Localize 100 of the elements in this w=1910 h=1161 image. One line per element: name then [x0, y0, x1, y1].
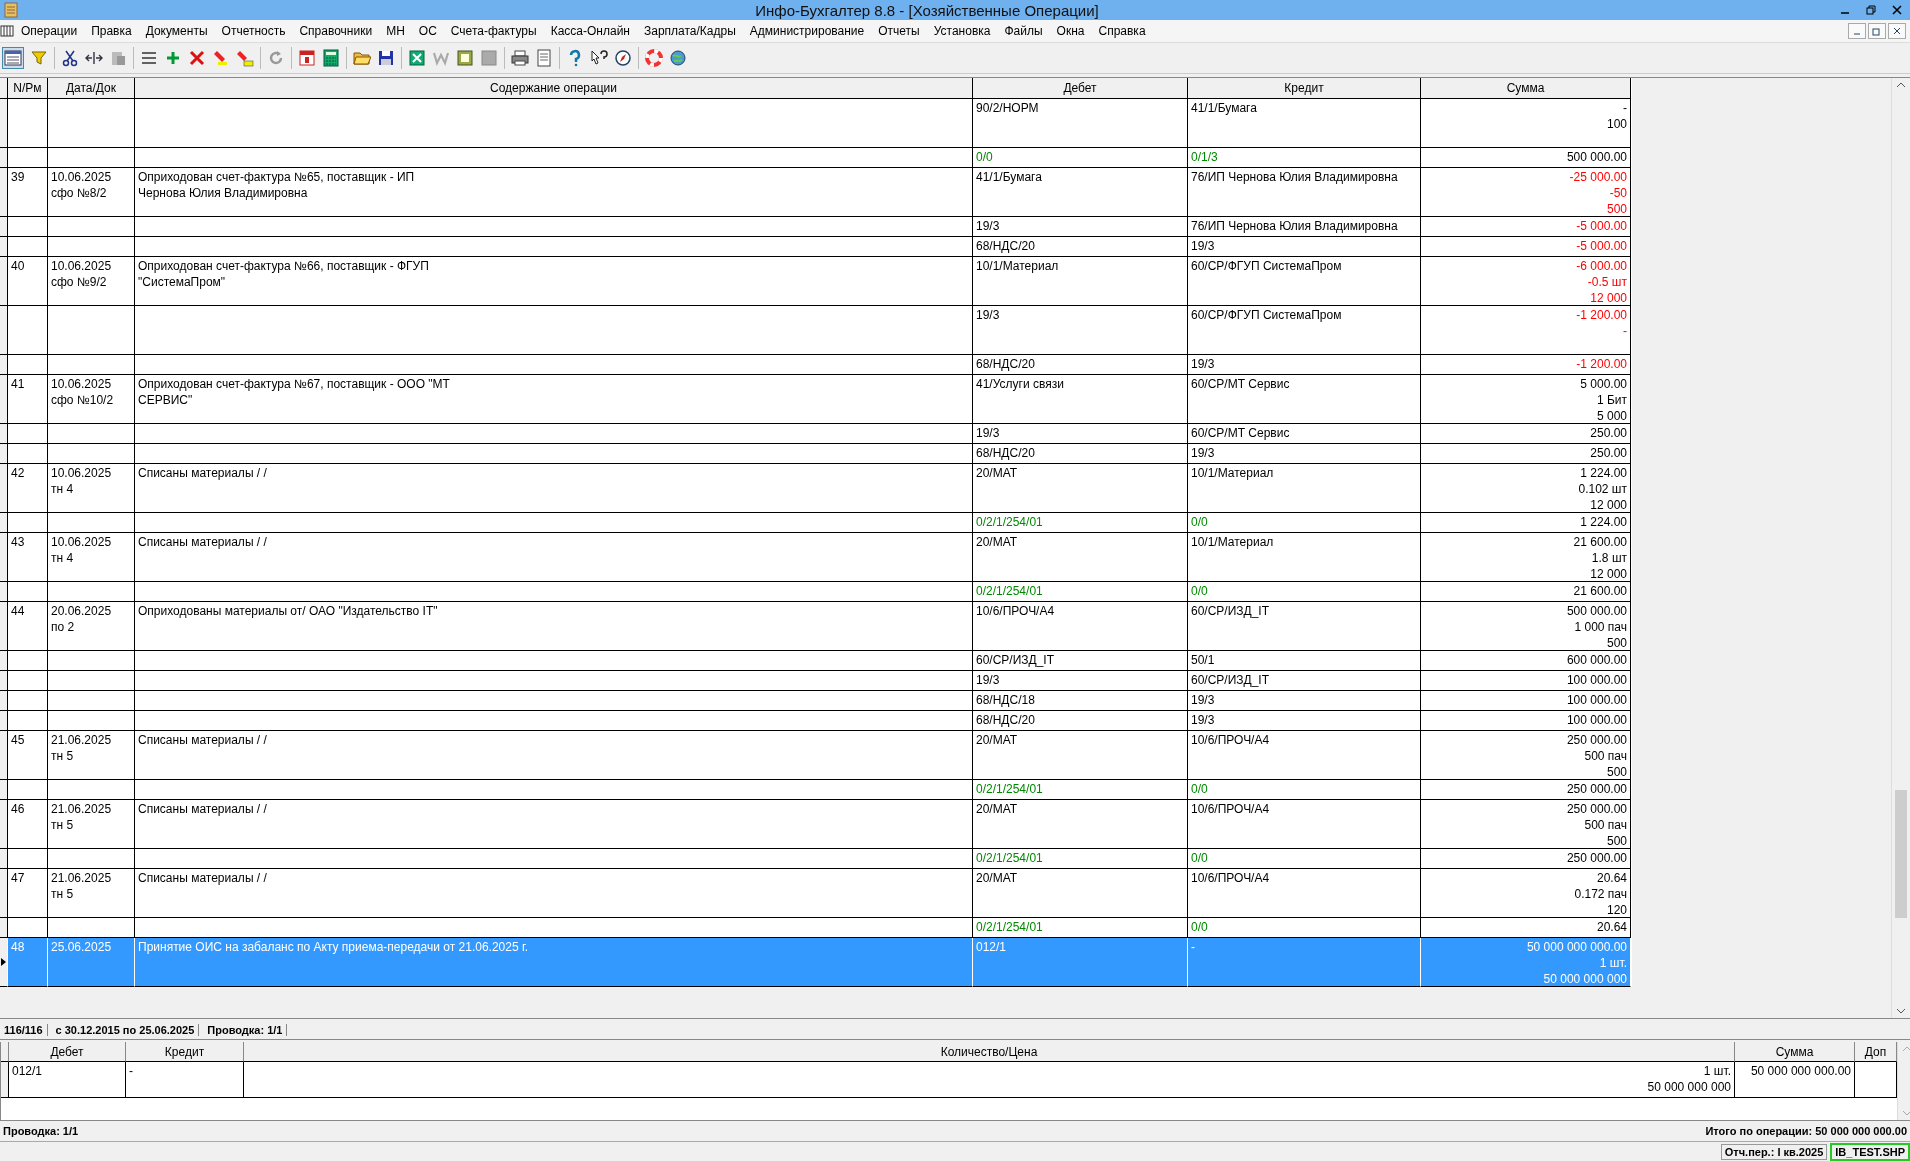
table-cell: 48 [8, 938, 48, 987]
calculator-icon[interactable] [322, 49, 340, 67]
column-header[interactable]: Дата/Док [48, 78, 135, 99]
close-icon[interactable] [1892, 26, 1902, 36]
row-marker[interactable] [0, 464, 8, 513]
column-header[interactable]: Кредит [126, 1042, 244, 1062]
row-marker[interactable] [0, 237, 8, 257]
row-marker[interactable] [0, 424, 8, 444]
column-header[interactable]: Содержание операции [135, 78, 973, 99]
row-marker[interactable] [0, 602, 8, 651]
table-cell: 43 [8, 533, 48, 582]
row-marker[interactable] [0, 217, 8, 237]
menu-item[interactable]: Правка [84, 24, 139, 38]
row-marker[interactable] [0, 780, 8, 800]
column-header[interactable]: Количество/Цена [244, 1042, 1735, 1062]
printer-icon[interactable] [511, 49, 529, 67]
row-marker[interactable] [0, 918, 8, 938]
folder-icon[interactable] [353, 49, 371, 67]
column-header[interactable]: Сумма [1421, 78, 1631, 99]
row-marker[interactable] [0, 306, 8, 355]
table-cell: 76/ИП Чернова Юлия Владимировна [1188, 217, 1421, 237]
row-marker[interactable] [0, 800, 8, 849]
vertical-scrollbar[interactable] [1891, 78, 1910, 1018]
globe-icon[interactable] [669, 49, 687, 67]
menu-item[interactable]: МН [379, 24, 412, 38]
pointer-help-icon[interactable] [590, 49, 608, 67]
table-cell: 60/СР/ИЗД_IT [1188, 671, 1421, 691]
child-close-button[interactable] [1888, 23, 1906, 39]
menu-item[interactable]: ОС [411, 24, 444, 38]
column-header[interactable]: Доп [1855, 1042, 1897, 1062]
column-header[interactable]: Дебет [9, 1042, 126, 1062]
row-marker[interactable] [0, 651, 8, 671]
restore-icon[interactable] [1872, 26, 1882, 36]
row-marker[interactable] [1, 1062, 9, 1098]
marker-ab-icon[interactable] [236, 49, 254, 67]
marker-icon[interactable] [212, 49, 230, 67]
menu-item[interactable]: Отчеты [871, 24, 927, 38]
row-marker[interactable] [0, 444, 8, 464]
table-cell: 68/НДС/20 [973, 711, 1188, 731]
column-header[interactable]: Сумма [1735, 1042, 1855, 1062]
table-cell: 68/НДС/20 [973, 355, 1188, 375]
menu-item[interactable]: Документы [138, 24, 215, 38]
table-cell: 0/2/1/254/01 [973, 513, 1188, 533]
column-header[interactable]: Кредит [1188, 78, 1421, 99]
row-marker[interactable] [0, 691, 8, 711]
table-cell [8, 444, 48, 464]
save-icon[interactable] [377, 49, 395, 67]
menu-item[interactable]: Справка [1091, 24, 1153, 38]
row-marker[interactable] [0, 849, 8, 869]
row-pointer-icon [1, 958, 7, 966]
scroll-down-icon[interactable] [1896, 1008, 1906, 1014]
calendar-icon[interactable] [298, 49, 316, 67]
posting-counter: Проводка: 1/1 [2, 1125, 80, 1137]
row-marker[interactable] [0, 257, 8, 306]
row-marker[interactable] [0, 671, 8, 691]
scroll-up-icon[interactable] [1896, 82, 1906, 88]
split-arrows-icon[interactable] [85, 49, 103, 67]
x-mark-icon[interactable] [188, 49, 206, 67]
row-marker[interactable] [0, 513, 8, 533]
table-cell: 600 000.00 [1421, 651, 1631, 671]
column-header[interactable]: Дебет [973, 78, 1188, 99]
column-header[interactable]: N/Рм [8, 78, 48, 99]
spreadsheet-icon[interactable] [408, 49, 426, 67]
menu-item[interactable]: Окна [1049, 24, 1092, 38]
row-marker[interactable] [0, 533, 8, 582]
menu-item[interactable]: Справочники [292, 24, 380, 38]
table-cell: 10/1/Материал [1188, 464, 1421, 513]
window-menu-icon[interactable] [0, 24, 14, 38]
clipboard-icon[interactable] [109, 49, 127, 67]
menu-item[interactable]: Касса-Онлайн [543, 24, 637, 38]
menu-item[interactable]: Установка [926, 24, 998, 38]
row-marker[interactable] [0, 869, 8, 918]
scissors-icon[interactable] [61, 49, 79, 67]
menu-item[interactable]: Администрирование [742, 24, 872, 38]
page-preview-icon[interactable] [535, 49, 553, 67]
row-marker[interactable] [0, 355, 8, 375]
menu-item[interactable]: Отчетность [214, 24, 293, 38]
scrollbar-thumb[interactable] [1895, 790, 1907, 918]
table-cell: 50 000 000 000.00 1 шт. 50 000 000 000 [1421, 938, 1631, 987]
menu-item[interactable]: Файлы [997, 24, 1050, 38]
row-marker[interactable] [0, 375, 8, 424]
lifebuoy-icon[interactable] [645, 49, 663, 67]
menu-item[interactable]: Счета-фактуры [443, 24, 544, 38]
menu-item[interactable]: Операции [14, 24, 85, 38]
row-marker[interactable] [0, 582, 8, 602]
menu-item[interactable]: Зарплата/Кадры [636, 24, 743, 38]
row-marker[interactable] [0, 148, 8, 168]
row-marker[interactable] [0, 711, 8, 731]
child-minimize-button[interactable] [1848, 23, 1866, 39]
row-marker[interactable] [0, 168, 8, 217]
row-marker[interactable] [0, 99, 8, 148]
table-cell: Оприходованы материалы от/ ОАО "Издательство IT" [135, 602, 973, 651]
close-icon[interactable] [1892, 5, 1902, 15]
restore-icon[interactable] [1866, 5, 1876, 15]
filter-icon[interactable] [30, 49, 48, 67]
compass-icon[interactable] [614, 49, 632, 67]
row-marker[interactable] [0, 731, 8, 780]
table-cell: 0/0 [973, 148, 1188, 168]
table-cell: 10/6/ПРОЧ/А4 [1188, 869, 1421, 918]
plus-icon[interactable] [164, 49, 182, 67]
